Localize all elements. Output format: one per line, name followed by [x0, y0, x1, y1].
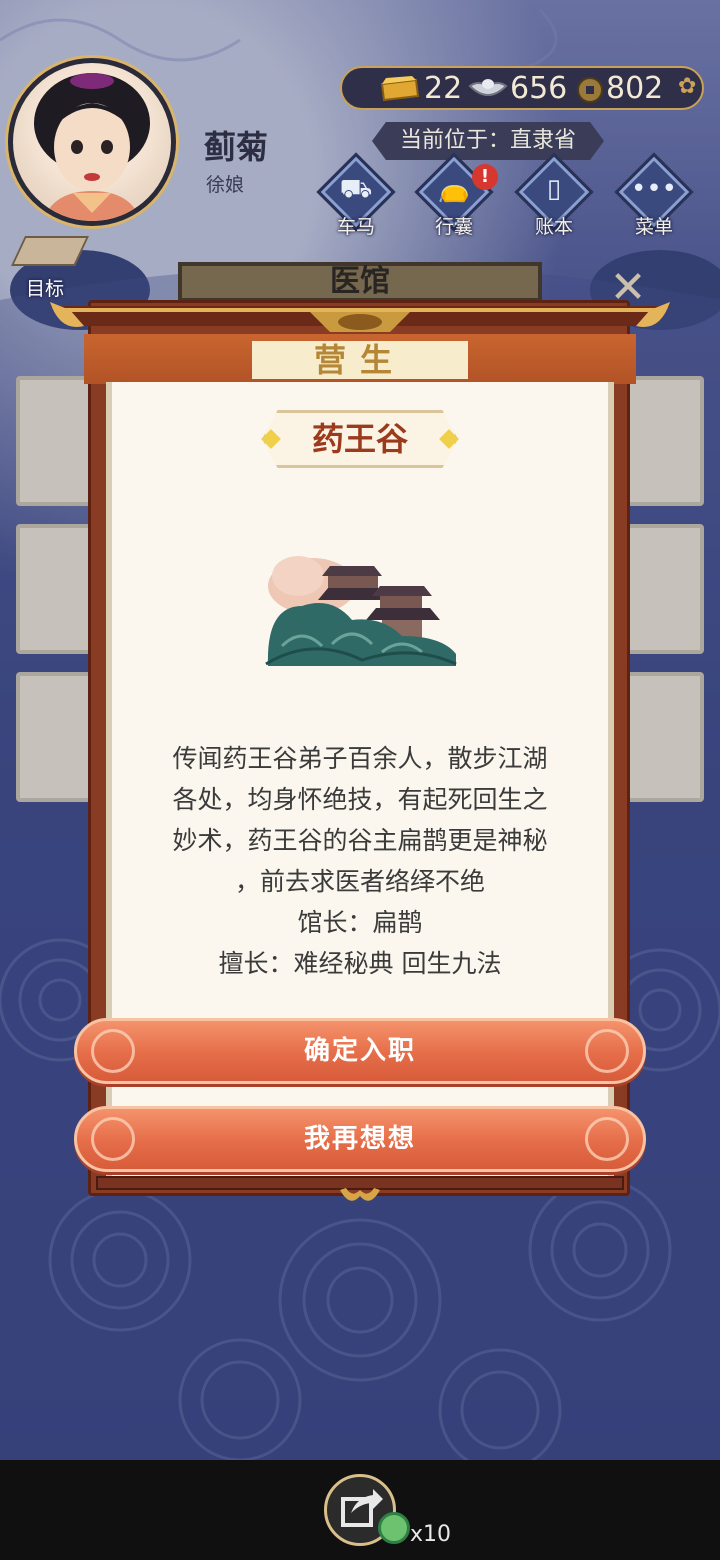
currency-bar: 22 656 802 ✿	[340, 66, 704, 110]
place-description: 传闻药王谷弟子百余人，散步江湖 各处，均身怀绝技，有起死回生之 妙术，药王谷的谷…	[126, 738, 594, 984]
copper-coin-icon	[577, 77, 603, 103]
roof-ornament	[50, 302, 670, 332]
reconsider-label: 我再想想	[303, 1124, 416, 1154]
confirm-join-label: 确定入职	[303, 1036, 416, 1066]
ledger-icon: ▯	[546, 174, 562, 204]
nav-label: 行囊	[434, 216, 473, 238]
bottom-ornament	[340, 1188, 380, 1201]
nav-menu-button[interactable]: ••• 菜单	[612, 152, 696, 238]
cloud-swirl-icon	[585, 1029, 629, 1073]
nav-label: 菜单	[634, 216, 673, 238]
confirm-join-button[interactable]: 确定入职	[74, 1018, 646, 1084]
curator-line: 馆长：扁鹊	[297, 908, 423, 937]
nav-label: 账本	[534, 216, 573, 238]
copper-count: 802	[606, 71, 664, 106]
notification-badge: !	[472, 164, 498, 190]
player-name: 蓟菊	[204, 128, 269, 166]
cloud-swirl-icon	[91, 1029, 135, 1073]
more-icon: •••	[630, 174, 677, 204]
avatar[interactable]	[8, 58, 176, 226]
cloud-swirl-icon	[585, 1117, 629, 1161]
nav-luggage-button[interactable]: 👝 ! 行囊	[412, 152, 498, 238]
carriage-icon: ⛟	[339, 174, 373, 204]
description-line: 传闻药王谷弟子百余人，散步江湖	[172, 744, 548, 773]
goal-button[interactable]: 目标	[10, 236, 89, 300]
description-line: ，前去求医者络绎不绝	[234, 867, 485, 896]
gold-count: 22	[424, 71, 463, 106]
jade-coin-icon	[378, 1512, 410, 1544]
nav-label: 车马	[336, 216, 375, 238]
current-location: 当前位于：直隶省	[372, 122, 604, 160]
medicine-valley-illustration	[265, 556, 457, 666]
place-name: 药王谷	[311, 420, 408, 458]
scroll-icon	[11, 236, 89, 266]
bamboo-icon: ✿	[678, 74, 697, 99]
description-line: 妙术，药王谷的谷主扁鹊更是神秘	[172, 826, 548, 855]
description-line: 各处，均身怀绝技，有起死回生之	[172, 785, 548, 814]
share-reward-count: x10	[410, 1522, 452, 1547]
nav-ledger-button[interactable]: ▯ 账本	[512, 152, 596, 238]
character-portrait	[34, 73, 150, 221]
cloud-swirl-icon	[91, 1117, 135, 1161]
player-title: 徐娘	[206, 174, 245, 196]
silver-ingot-icon	[468, 79, 508, 96]
specialty-line: 擅长：难经秘典 回生九法	[218, 949, 502, 978]
gold-ingot-icon	[380, 76, 420, 102]
dialog-title: 营生	[252, 341, 468, 379]
silver-count: 656	[510, 71, 568, 106]
nav-carriage-button[interactable]: ⛟ 车马	[314, 152, 398, 238]
reconsider-button[interactable]: 我再想想	[74, 1106, 646, 1172]
